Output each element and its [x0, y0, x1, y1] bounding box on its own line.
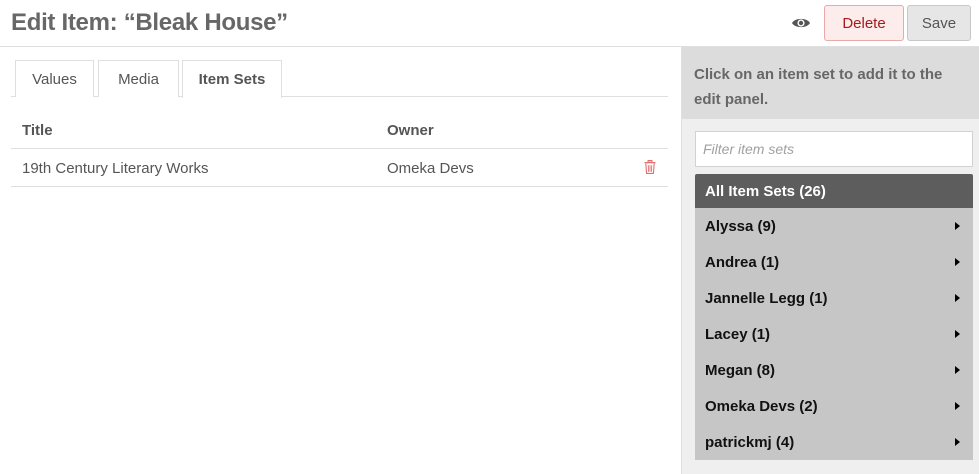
table-row: 19th Century Literary Works Omeka Devs: [11, 149, 668, 187]
owner-group-label: Lacey (1): [705, 325, 771, 343]
trash-icon[interactable]: [644, 160, 656, 174]
tab-media[interactable]: Media: [98, 60, 179, 97]
owner-group-megan[interactable]: Megan (8): [695, 352, 973, 388]
item-sets-table: Title Owner 19th Century Literary Works …: [11, 113, 668, 187]
column-header-owner: Owner: [387, 122, 434, 139]
caret-right-icon: [955, 402, 960, 410]
owner-group-label: Alyssa (9): [705, 217, 776, 235]
owner-group-jannelle-legg[interactable]: Jannelle Legg (1): [695, 280, 973, 316]
page: Edit Item: “Bleak House” Delete Save Val…: [0, 0, 979, 474]
item-set-selector: All Item Sets (26) Alyssa (9) Andrea (1)…: [695, 174, 973, 460]
owner-group-lacey[interactable]: Lacey (1): [695, 316, 973, 352]
tab-item-sets[interactable]: Item Sets: [182, 60, 282, 98]
caret-right-icon: [955, 222, 960, 230]
caret-right-icon: [955, 330, 960, 338]
column-header-title: Title: [22, 122, 53, 139]
filter-item-sets-input[interactable]: [695, 131, 973, 167]
delete-button[interactable]: Delete: [824, 5, 904, 41]
caret-right-icon: [955, 294, 960, 302]
owner-group-label: Andrea (1): [705, 253, 780, 271]
caret-right-icon: [955, 258, 960, 266]
item-set-sidebar: Click on an item set to add it to the ed…: [681, 47, 979, 474]
table-header-row: Title Owner: [11, 113, 668, 149]
item-set-title: 19th Century Literary Works: [22, 160, 209, 177]
item-set-owner: Omeka Devs: [387, 160, 474, 177]
owner-group-label: Jannelle Legg (1): [705, 289, 828, 307]
owner-group-andrea[interactable]: Andrea (1): [695, 244, 973, 280]
caret-right-icon: [955, 438, 960, 446]
section-tabs: Values Media Item Sets: [11, 60, 668, 98]
owner-group-alyssa[interactable]: Alyssa (9): [695, 208, 973, 244]
sidebar-instructions: Click on an item set to add it to the ed…: [682, 47, 979, 119]
page-header: Edit Item: “Bleak House” Delete Save: [0, 0, 979, 47]
caret-right-icon: [955, 366, 960, 374]
tab-values[interactable]: Values: [15, 60, 94, 97]
all-item-sets-heading[interactable]: All Item Sets (26): [695, 174, 973, 208]
page-title: Edit Item: “Bleak House”: [11, 9, 288, 36]
owner-group-label: Omeka Devs (2): [705, 397, 818, 415]
owner-group-patrickmj[interactable]: patrickmj (4): [695, 424, 973, 460]
owner-group-label: patrickmj (4): [705, 433, 795, 451]
eye-icon[interactable]: [791, 16, 811, 30]
save-button[interactable]: Save: [907, 5, 971, 41]
owner-group-label: Megan (8): [705, 361, 776, 379]
owner-group-omeka-devs[interactable]: Omeka Devs (2): [695, 388, 973, 424]
